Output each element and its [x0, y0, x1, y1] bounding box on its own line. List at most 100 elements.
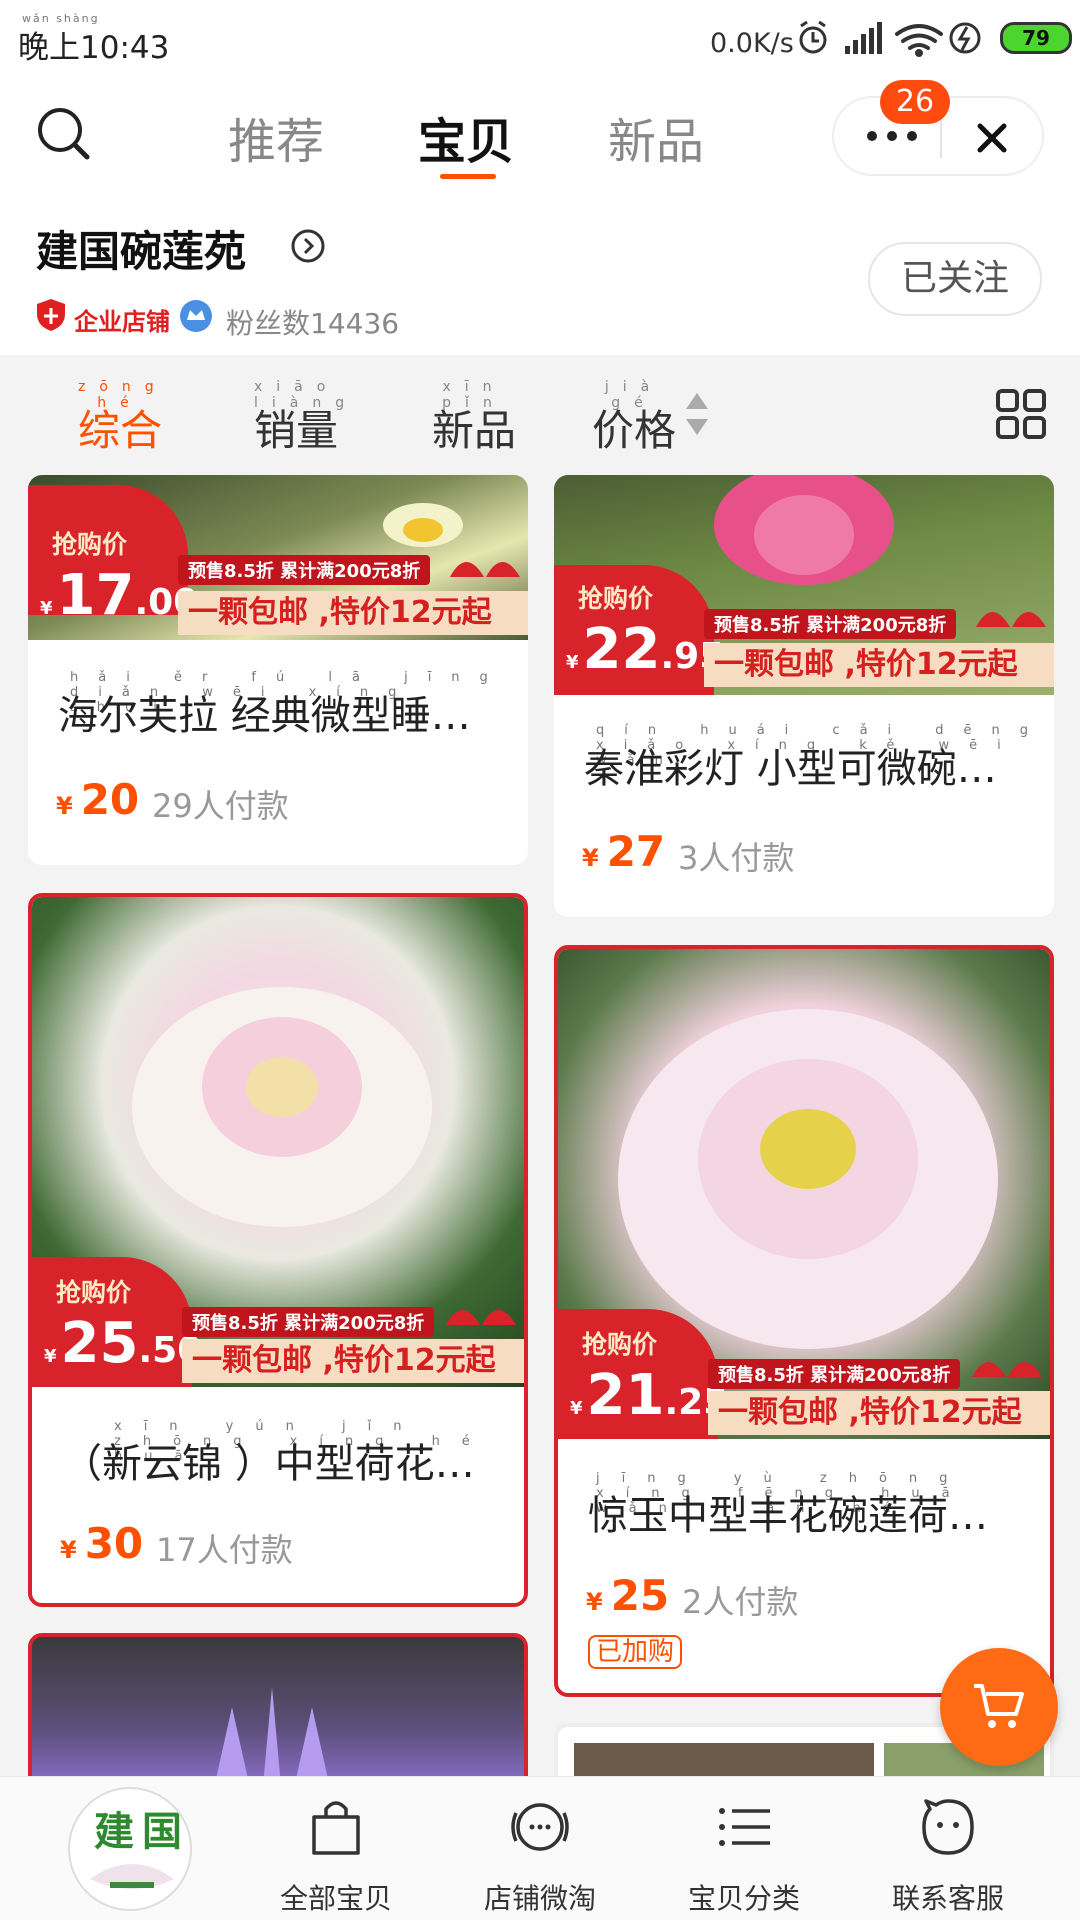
promo-price-int: 21	[586, 1363, 665, 1428]
product-title[interactable]: （新云锦 ）中型荷花…	[62, 1431, 500, 1489]
sold-count: 29人付款	[152, 787, 289, 825]
search-icon[interactable]	[34, 104, 94, 164]
sold-count: 17人付款	[156, 1531, 293, 1569]
fan-decoration-icon	[450, 562, 520, 577]
sort-new[interactable]: xīn pǐn 新品	[432, 379, 516, 458]
alarm-icon	[799, 20, 827, 54]
sort-comprehensive[interactable]: zōng hé 综合	[78, 379, 163, 458]
product-card-partial[interactable]	[28, 1633, 528, 1793]
promo-currency: ¥	[570, 1398, 583, 1419]
promo-strip: 一颗包邮 ,特价12元起	[704, 643, 1054, 687]
nav-shop-weitao-label: 店铺微淘	[483, 1882, 596, 1915]
promo-strip: 一颗包邮 ,特价12元起	[178, 591, 528, 635]
promo-label: 抢购价	[582, 1330, 658, 1359]
signal-icon	[845, 22, 882, 54]
sort-price-label: 价格	[592, 406, 677, 455]
product-price: ¥20	[56, 775, 139, 824]
promo-price: ¥25.50	[44, 1311, 202, 1376]
price-value: 30	[84, 1519, 144, 1568]
product-card[interactable]: 抢购价 ¥25.50 预售8.5折 累计满200元8折 一颗包邮 ,特价12元起…	[28, 893, 528, 1607]
tab-products[interactable]: 宝贝	[418, 102, 514, 172]
price-value: 25	[610, 1571, 670, 1620]
tab-new[interactable]: 新品	[608, 102, 704, 172]
close-icon[interactable]	[974, 120, 1010, 156]
promo-label: 抢购价	[578, 584, 654, 613]
lotus-flower-image	[383, 503, 463, 547]
nav-all-products-label: 全部宝贝	[279, 1882, 392, 1915]
sort-updown-icon	[686, 393, 708, 435]
nav-product-categories[interactable]: 宝贝分类	[644, 1777, 844, 1920]
fan-decoration-icon	[446, 1310, 516, 1325]
product-card[interactable]: 抢购价 ¥21.25 预售8.5折 累计满200元8折 一颗包邮 ,特价12元起…	[554, 945, 1054, 1697]
more-icon[interactable]	[864, 128, 920, 144]
promo-discount-note: 预售8.5折 累计满200元8折	[708, 1359, 961, 1389]
broadcast-icon	[511, 1803, 569, 1851]
promo-currency: ¥	[566, 652, 579, 673]
logo-text: 建国	[94, 1808, 190, 1855]
promo-strip: 一颗包邮 ,特价12元起	[708, 1391, 1050, 1435]
product-card[interactable]: 抢购价 ¥22.95 预售8.5折 累计满200元8折 一颗包邮 ,特价12元起…	[554, 475, 1054, 917]
chevron-right-circle-icon[interactable]	[290, 228, 326, 264]
top-nav: 推荐 宝贝 新品 26	[0, 80, 1080, 190]
bottom-tab-bar: 建国 全部宝贝 店铺微淘 宝贝分类 联系客服	[0, 1776, 1080, 1920]
promo-discount-note: 预售8.5折 累计满200元8折	[704, 609, 957, 639]
nav-contact-service[interactable]: 联系客服	[848, 1777, 1048, 1920]
nav-contact-service-label: 联系客服	[891, 1882, 1004, 1915]
promo-price: ¥22.95	[566, 617, 724, 682]
status-time: 晚上10:43	[18, 30, 170, 66]
wifi-icon	[895, 24, 943, 57]
shop-logo[interactable]: 建国	[68, 1787, 192, 1911]
promo-price: ¥21.25	[570, 1363, 728, 1428]
nav-all-products[interactable]: 全部宝贝	[236, 1777, 436, 1920]
promo-currency: ¥	[40, 598, 53, 619]
product-card[interactable]: 抢购价 ¥17.00 预售8.5折 累计满200元8折 一颗包邮 ,特价12元起…	[28, 475, 528, 865]
promo-discount-note: 预售8.5折 累计满200元8折	[182, 1307, 435, 1337]
sort-comprehensive-pinyin: zōng hé	[78, 379, 168, 411]
sort-new-pinyin: xīn pǐn	[442, 379, 506, 411]
nav-product-categories-label: 宝贝分类	[687, 1882, 800, 1915]
cart-icon	[974, 1684, 1024, 1728]
promo-label: 抢购价	[52, 530, 128, 559]
fan-decoration-icon	[972, 1362, 1042, 1377]
product-price: ¥27	[582, 827, 665, 876]
list-icon	[719, 1808, 770, 1846]
taobao-shop-page: { "status_bar": { "time": "晚上10:43", "ti…	[0, 0, 1080, 1920]
nav-shop-weitao[interactable]: 店铺微淘	[440, 1777, 640, 1920]
product-title[interactable]: 惊玉中型丰花碗莲荷…	[588, 1483, 1026, 1541]
product-price: ¥30	[60, 1519, 143, 1568]
lotus-flower-image	[714, 475, 894, 585]
bag-icon	[312, 1801, 360, 1855]
capsule-divider	[940, 116, 942, 158]
net-speed: 0.0K/s	[710, 28, 794, 59]
follow-button[interactable]: 已关注	[868, 242, 1042, 316]
promo-strip: 一颗包邮 ,特价12元起	[182, 1339, 524, 1383]
sort-bar: zōng hé 综合 xiāo liàng 销量 xīn pǐn 新品 jià …	[0, 355, 1080, 475]
promo-label: 抢购价	[56, 1278, 132, 1307]
sold-count: 2人付款	[682, 1583, 799, 1621]
tab-recommend[interactable]: 推荐	[228, 102, 324, 172]
product-price: ¥25	[586, 1571, 669, 1620]
sort-comprehensive-label: 综合	[78, 406, 163, 455]
sort-price[interactable]: jià gé 价格	[592, 379, 677, 458]
crown-badge-icon	[180, 300, 212, 332]
enterprise-shop-label: 企业店铺	[74, 308, 170, 336]
status-icons	[799, 20, 981, 57]
message-count-badge: 26	[880, 80, 950, 124]
price-currency: ¥	[56, 792, 73, 820]
enterprise-shield-icon	[37, 299, 65, 331]
shop-name[interactable]: 建国碗莲苑	[36, 218, 246, 279]
price-value: 20	[80, 775, 140, 824]
price-value: 27	[606, 827, 666, 876]
promo-discount-note: 预售8.5折 累计满200元8折	[178, 555, 431, 585]
grid-view-icon[interactable]	[995, 388, 1047, 440]
promo-price-int: 22	[582, 617, 661, 682]
header-area: wǎn shàng 晚上10:43 0.0K/s 79 推荐 宝贝 新品 26 …	[0, 0, 1080, 355]
cart-button[interactable]	[940, 1648, 1058, 1766]
promo-currency: ¥	[44, 1346, 57, 1367]
product-title[interactable]: 海尔芙拉 经典微型睡…	[58, 683, 504, 741]
added-to-cart-tag: 已加购	[588, 1635, 683, 1669]
promo-price-int: 25	[60, 1311, 139, 1376]
sort-sales[interactable]: xiāo liàng 销量	[254, 379, 344, 458]
product-title[interactable]: 秦淮彩灯 小型可微碗…	[584, 736, 1030, 794]
chat-face-icon	[922, 1799, 974, 1855]
